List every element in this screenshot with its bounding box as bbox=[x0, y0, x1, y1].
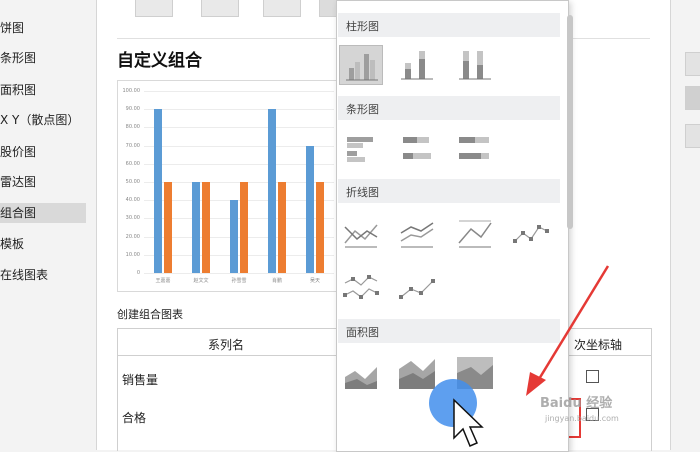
stacked-line-icon[interactable] bbox=[395, 213, 437, 251]
percent-stacked-line-icon[interactable] bbox=[453, 213, 495, 251]
chart-bar bbox=[164, 182, 172, 273]
stacked-area-icon[interactable] bbox=[395, 353, 437, 391]
chart-bar bbox=[240, 182, 248, 273]
nav-item-template[interactable]: 模板 bbox=[0, 234, 86, 254]
mouse-cursor-icon bbox=[453, 398, 484, 447]
x-tick-label: 肖鹏 bbox=[271, 278, 282, 284]
gallery-section-bar: 条形图 bbox=[338, 96, 560, 120]
percent-line-markers-icon[interactable] bbox=[395, 269, 437, 307]
gallery-section-line: 折线图 bbox=[338, 179, 560, 203]
line-with-markers-icon[interactable] bbox=[509, 213, 551, 251]
percent-stacked-column-icon[interactable] bbox=[453, 45, 495, 83]
x-tick-label: 孙雪雪 bbox=[231, 278, 247, 284]
line-chart-icon[interactable] bbox=[339, 213, 381, 251]
page-title: 自定义组合 bbox=[117, 51, 202, 71]
chart-bar bbox=[278, 182, 286, 273]
nav-item-pie[interactable]: 饼图 bbox=[0, 18, 86, 38]
x-tick-label: 王嘉嘉 bbox=[155, 278, 171, 284]
right-side-panel bbox=[670, 0, 700, 450]
y-tick-label: 30.00 bbox=[125, 215, 140, 222]
chart-bar bbox=[306, 145, 314, 273]
red-arrow-annotation bbox=[526, 265, 610, 396]
y-tick-label: 40.00 bbox=[125, 197, 140, 204]
watermark: Baidu 经验 bbox=[540, 396, 613, 411]
header-series-name: 系列名 bbox=[208, 338, 245, 352]
y-tick-label: 50.00 bbox=[125, 179, 140, 185]
y-tick-label: 0 bbox=[136, 270, 140, 276]
y-tick-label: 90.00 bbox=[125, 106, 140, 113]
chart-preview: 100.00 90.00 80.00 70.00 60.00 50.00 40.00 30.0… bbox=[117, 80, 345, 292]
chart-bar bbox=[154, 109, 162, 273]
stacked-line-markers-icon[interactable] bbox=[339, 269, 381, 307]
y-tick-label: 100.00 bbox=[122, 88, 141, 94]
y-tick-label: 70.00 bbox=[125, 142, 140, 149]
section-label: 面积图 bbox=[346, 326, 379, 339]
gallery-scrollbar[interactable] bbox=[567, 15, 573, 229]
nav-item-combo[interactable]: 组合图 bbox=[0, 203, 86, 223]
chart-bar bbox=[192, 182, 200, 273]
chart-type-list: 饼图 条形图 面积图 X Y（散点图） 股价图 雷达图 组合图 模板 在线图表 bbox=[0, 0, 96, 450]
nav-item-xy-scatter[interactable]: X Y（散点图） bbox=[0, 110, 86, 130]
chart-bar bbox=[230, 200, 238, 273]
nav-item-stock[interactable]: 股价图 bbox=[0, 142, 86, 162]
watermark-url: jingyan.baidu.com bbox=[545, 414, 619, 423]
series-row-name: 合格 bbox=[122, 411, 147, 425]
side-tab-button[interactable] bbox=[685, 124, 700, 148]
stacked-column-icon[interactable] bbox=[395, 45, 437, 83]
nav-item-area[interactable]: 面积图 bbox=[0, 80, 86, 100]
series-row-name: 销售量 bbox=[122, 373, 159, 387]
gridline bbox=[144, 127, 334, 129]
x-tick-label: 赵文文 bbox=[193, 278, 209, 284]
stacked-bar-icon[interactable] bbox=[395, 129, 437, 167]
nav-item-online-chart[interactable]: 在线图表 bbox=[0, 265, 86, 285]
gridline bbox=[144, 109, 334, 111]
chart-bar bbox=[268, 109, 276, 273]
gallery-section-column: 柱形图 bbox=[338, 13, 560, 37]
clustered-column-icon[interactable] bbox=[339, 45, 383, 85]
area-chart-icon[interactable] bbox=[339, 353, 381, 391]
y-tick-label: 20.00 bbox=[125, 233, 140, 240]
chart-bar bbox=[202, 182, 210, 273]
y-tick-label: 10.00 bbox=[125, 251, 140, 258]
create-combo-label: 创建组合图表 bbox=[117, 308, 183, 321]
side-tab-button[interactable] bbox=[685, 52, 700, 76]
chart-thumb-3[interactable] bbox=[263, 0, 301, 17]
gridline bbox=[144, 273, 334, 274]
side-tab-button[interactable] bbox=[685, 86, 700, 110]
chart-thumb-1[interactable] bbox=[135, 0, 173, 17]
nav-item-radar[interactable]: 雷达图 bbox=[0, 172, 86, 192]
percent-stacked-bar-icon[interactable] bbox=[453, 129, 495, 167]
chart-thumb-2[interactable] bbox=[201, 0, 239, 17]
x-tick-label: 吴天 bbox=[309, 278, 320, 284]
gridline bbox=[144, 91, 334, 92]
section-label: 柱形图 bbox=[346, 20, 379, 33]
clustered-bar-icon[interactable] bbox=[339, 129, 381, 167]
y-tick-label: 60.00 bbox=[125, 160, 140, 167]
section-label: 条形图 bbox=[346, 103, 379, 116]
section-label: 折线图 bbox=[346, 186, 379, 199]
nav-item-bar[interactable]: 条形图 bbox=[0, 48, 86, 68]
y-tick-label: 80.00 bbox=[125, 124, 140, 131]
chart-bar bbox=[316, 182, 324, 273]
